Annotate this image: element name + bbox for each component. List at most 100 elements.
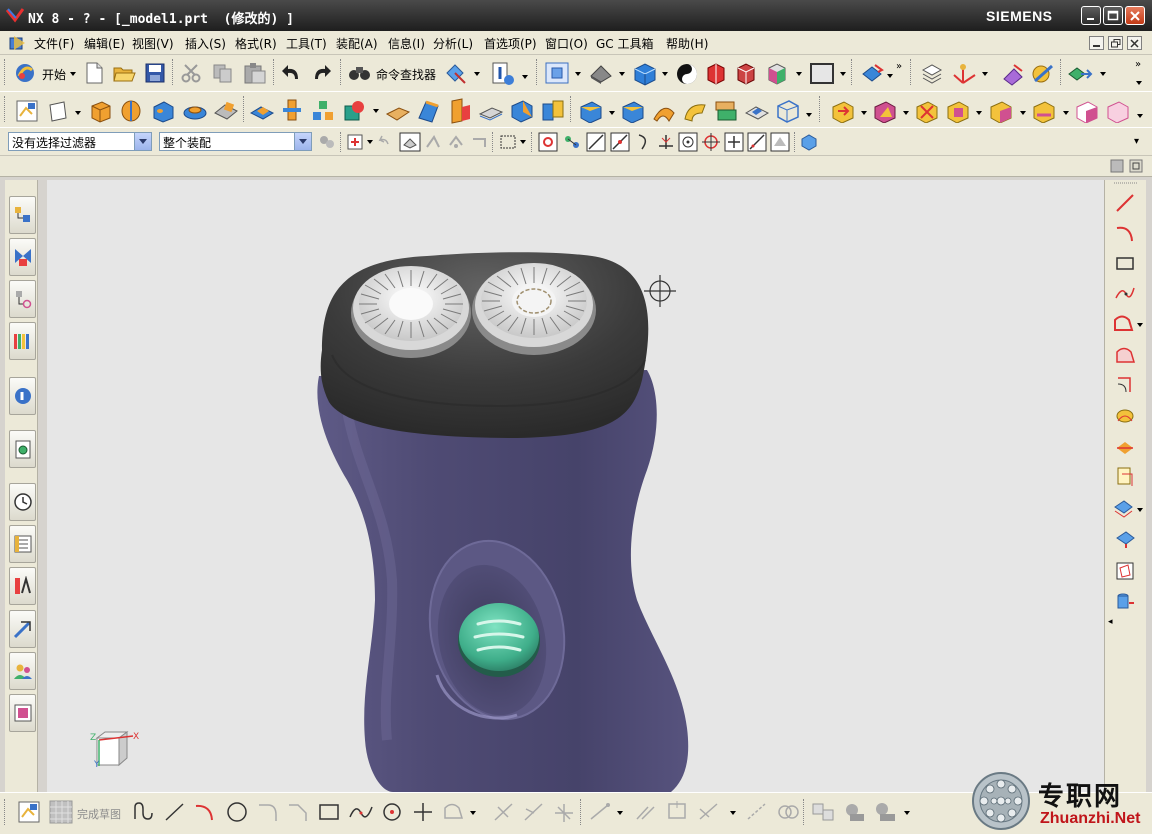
- layer-settings-icon[interactable]: [920, 62, 944, 86]
- doc-restore-button[interactable]: [1108, 36, 1123, 50]
- copy-icon[interactable]: [212, 63, 234, 83]
- menu-window[interactable]: 窗口(O): [545, 35, 588, 52]
- instance-feature-icon[interactable]: [311, 98, 337, 124]
- dropdown-arrow[interactable]: [796, 72, 802, 76]
- sketch-offset-curve-icon[interactable]: [442, 800, 466, 824]
- start-icon[interactable]: [14, 62, 36, 84]
- process-studio-tab[interactable]: [9, 567, 36, 605]
- datum-plane-icon[interactable]: [46, 99, 70, 123]
- synchronous-move-face-icon[interactable]: [830, 99, 856, 123]
- section-curve-icon[interactable]: [1114, 436, 1136, 458]
- information-icon[interactable]: [490, 61, 516, 87]
- web-browser-tab[interactable]: [9, 430, 36, 468]
- rectangle-icon[interactable]: [1114, 252, 1136, 274]
- dropdown-arrow[interactable]: [609, 111, 615, 115]
- curve-on-surface-icon[interactable]: [1114, 344, 1136, 366]
- extract-geometry-icon[interactable]: [1112, 497, 1138, 519]
- toolbar-options-arrow[interactable]: ▾: [1134, 136, 1139, 147]
- profile-icon[interactable]: [132, 801, 156, 823]
- sew-icon[interactable]: [713, 98, 739, 124]
- composite-curve-icon[interactable]: [1114, 528, 1136, 550]
- chamfer-icon[interactable]: [416, 98, 442, 124]
- menu-view[interactable]: 视图(V): [132, 35, 174, 52]
- toolbar-grip[interactable]: [4, 59, 7, 85]
- dropdown-arrow[interactable]: [575, 72, 581, 76]
- snap-existing-point-icon[interactable]: [724, 132, 744, 152]
- enable-snap-point-icon[interactable]: [538, 132, 558, 152]
- snap-intersection-icon[interactable]: [656, 132, 676, 152]
- section-view-icon[interactable]: [704, 61, 728, 87]
- command-finder-button[interactable]: 命令查找器: [376, 66, 436, 83]
- snap-point-icon[interactable]: [346, 133, 364, 151]
- thicken-icon[interactable]: [478, 100, 504, 122]
- background-color-icon[interactable]: [810, 63, 834, 85]
- hd3d-tools-tab[interactable]: [9, 377, 36, 415]
- dropdown-arrow[interactable]: [1020, 111, 1026, 115]
- edge-blend-icon[interactable]: [385, 100, 411, 122]
- redo-icon[interactable]: [311, 64, 333, 82]
- sketch-line-icon[interactable]: [163, 801, 187, 823]
- sketch-in-task-icon[interactable]: [14, 98, 40, 124]
- infer-constraints-icon[interactable]: [811, 801, 837, 823]
- graphics-window[interactable]: X Y Z: [47, 180, 1104, 792]
- sketch-studio-spline-icon[interactable]: [348, 801, 374, 823]
- dropdown-arrow[interactable]: [367, 140, 373, 144]
- selection-scope-select[interactable]: 整个装配: [159, 132, 312, 151]
- orient-view-icon[interactable]: [675, 62, 699, 86]
- menu-file[interactable]: 文件(F): [34, 35, 74, 52]
- system-scenes-tab[interactable]: [9, 694, 36, 732]
- shaded-view-icon[interactable]: [632, 61, 658, 87]
- minimize-button[interactable]: [1081, 6, 1101, 25]
- history-tab[interactable]: [9, 483, 36, 521]
- sketch-circle-icon[interactable]: [225, 800, 249, 824]
- groove-icon[interactable]: [280, 98, 304, 124]
- sketch-arc-icon[interactable]: [193, 801, 217, 823]
- select-feature-icon[interactable]: [399, 132, 421, 152]
- sketch-cross-point-icon[interactable]: [411, 800, 435, 824]
- arc-icon[interactable]: [1114, 222, 1136, 244]
- panel-options-icon[interactable]: [1129, 159, 1143, 173]
- snap-point-on-surface-icon[interactable]: [770, 132, 790, 152]
- general-selection-filter-icon[interactable]: [318, 133, 336, 151]
- nx-app-icon[interactable]: [6, 7, 24, 23]
- sketch-point-icon[interactable]: [380, 800, 404, 824]
- alternate-solution-icon[interactable]: [776, 800, 800, 824]
- toolbar-grip[interactable]: [4, 96, 7, 122]
- doc-minimize-button[interactable]: [1089, 36, 1104, 50]
- maximize-button[interactable]: [1103, 6, 1123, 25]
- relations-browser-icon[interactable]: [697, 801, 723, 823]
- sketch-chamfer-icon[interactable]: [286, 801, 310, 823]
- menu-preferences[interactable]: 首选项(P): [484, 35, 537, 52]
- pull-face-icon[interactable]: [872, 99, 898, 123]
- split-body-icon[interactable]: [540, 98, 566, 124]
- close-button[interactable]: [1125, 6, 1145, 25]
- face-rule-icon[interactable]: [447, 133, 465, 151]
- menu-insert[interactable]: 插入(S): [185, 35, 226, 52]
- rectangle-selection-icon[interactable]: [499, 133, 517, 151]
- dropdown-arrow[interactable]: [1137, 114, 1143, 118]
- snap-point-settings-icon[interactable]: [562, 132, 582, 152]
- dropdown-arrow[interactable]: [662, 72, 668, 76]
- dropdown-arrow[interactable]: [1137, 508, 1143, 512]
- snap-quadrant-point-icon[interactable]: [701, 132, 721, 152]
- show-constraints-icon[interactable]: [665, 800, 691, 824]
- dropdown-arrow[interactable]: [861, 111, 867, 115]
- dropdown-arrow[interactable]: [1137, 323, 1143, 327]
- through-curves-icon[interactable]: [651, 99, 677, 123]
- pad-icon[interactable]: [249, 99, 275, 123]
- menu-gc-toolkit[interactable]: GC 工具箱: [596, 35, 654, 52]
- pocket-icon[interactable]: [213, 99, 239, 123]
- wireframe-view-icon[interactable]: [734, 61, 758, 87]
- delay-evaluation-icon[interactable]: [873, 800, 899, 824]
- toolbar-grip[interactable]: [4, 799, 7, 825]
- project-curve-icon[interactable]: [1114, 374, 1136, 396]
- assembly-navigator-tab[interactable]: [9, 196, 36, 234]
- sketch-icon[interactable]: [16, 799, 42, 825]
- finish-sketch-button[interactable]: 完成草图: [77, 806, 121, 822]
- sketch-fillet-icon[interactable]: [256, 801, 280, 823]
- hide-panel-icon[interactable]: [1110, 159, 1124, 173]
- finish-sketch-icon[interactable]: [48, 799, 74, 825]
- menu-analysis[interactable]: 分析(L): [433, 35, 473, 52]
- dropdown-arrow[interactable]: [982, 72, 988, 76]
- extrude-icon[interactable]: [88, 98, 112, 124]
